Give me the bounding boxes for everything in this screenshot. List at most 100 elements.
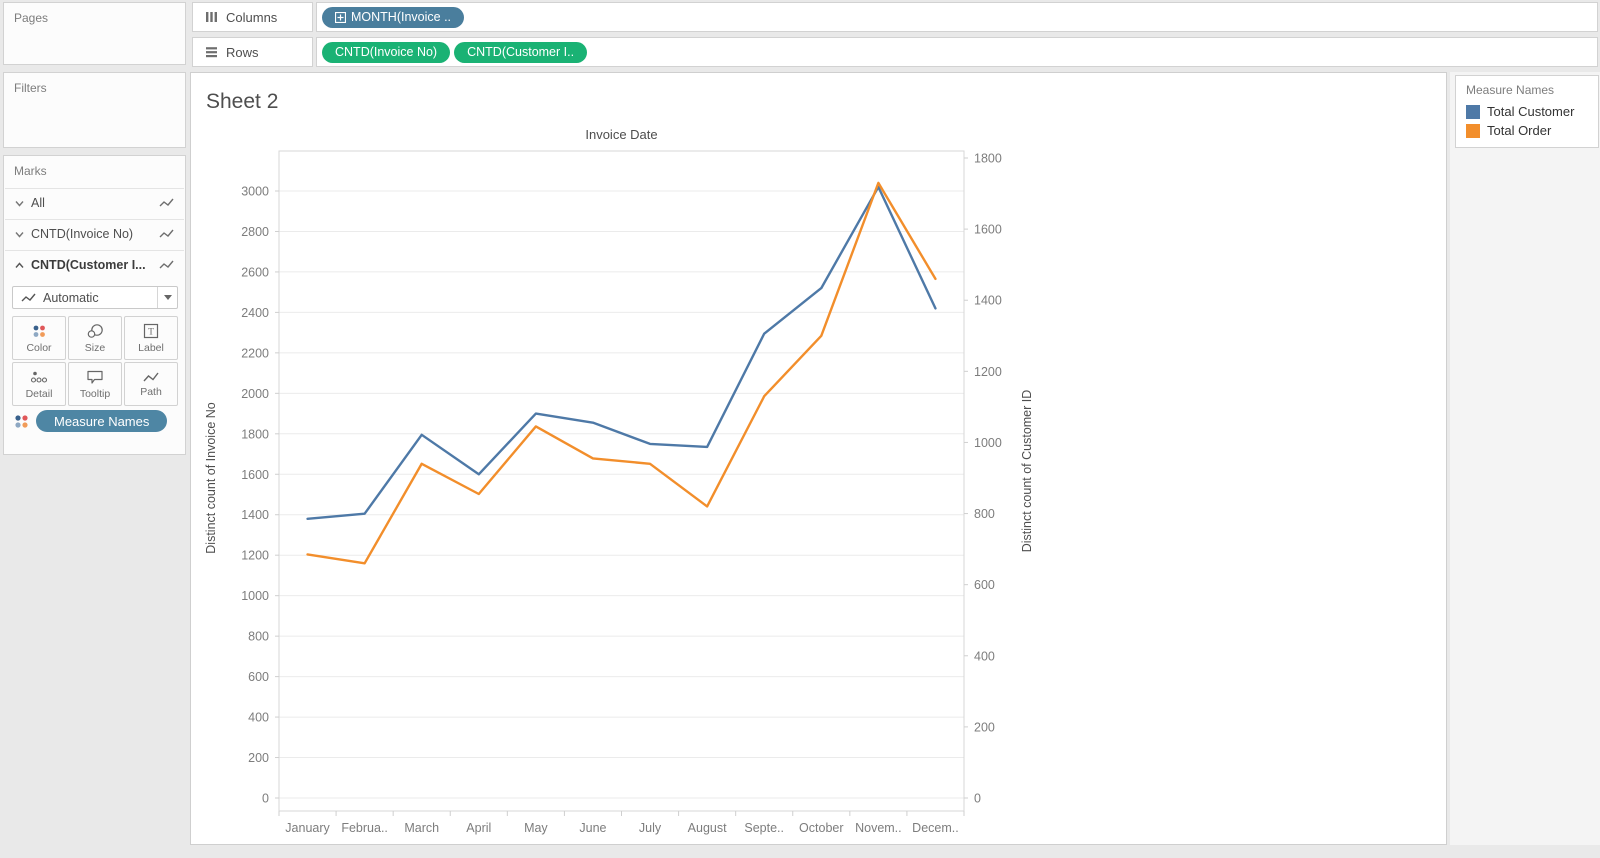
- plot-border: [278, 150, 965, 812]
- left-axis-tick-label: 2200: [241, 346, 269, 360]
- path-icon: [143, 371, 159, 383]
- legend-swatch-orange: [1466, 123, 1480, 138]
- label-button[interactable]: T Label: [124, 316, 178, 360]
- marks-layer-label: CNTD(Invoice No): [31, 227, 134, 241]
- pill-label: CNTD(Customer I..: [467, 45, 575, 59]
- left-axis-title: Distinct count of Invoice No: [204, 402, 218, 554]
- right-axis-tick-label: 600: [974, 578, 995, 592]
- pages-card-title: Pages: [14, 11, 49, 25]
- detail-button-label: Detail: [25, 387, 53, 400]
- size-button[interactable]: Size: [68, 316, 122, 360]
- chart-title: Invoice Date: [585, 127, 657, 142]
- rows-shelf[interactable]: CNTD(Invoice No) CNTD(Customer I..: [316, 37, 1598, 67]
- svg-text:T: T: [148, 327, 154, 337]
- left-axis-tick-label: 1800: [241, 427, 269, 441]
- path-button[interactable]: Path: [124, 362, 178, 406]
- dropdown-caret[interactable]: [157, 287, 177, 308]
- x-axis-label: April: [466, 821, 491, 835]
- path-button-label: Path: [140, 385, 162, 398]
- legend-panel-background: [1450, 72, 1600, 845]
- line-mark-icon: [159, 229, 174, 239]
- marks-layer-label: CNTD(Customer I...: [31, 258, 146, 272]
- right-axis-tick-label: 400: [974, 649, 995, 663]
- size-icon: [86, 323, 104, 339]
- chevron-up-icon: [15, 261, 24, 269]
- columns-shelf-label: Columns: [226, 9, 278, 25]
- pill-cntd-customer-id[interactable]: CNTD(Customer I..: [454, 41, 588, 63]
- right-axis-title: Distinct count of Customer ID: [1020, 390, 1034, 553]
- line-mark-icon: [159, 260, 174, 270]
- detail-button[interactable]: Detail: [12, 362, 66, 406]
- worksheet: Sheet 2 0 200 400 600 800 1000 1200 1400 1600 180…: [190, 72, 1447, 845]
- marks-layer-all[interactable]: All: [5, 188, 184, 217]
- measure-names-legend: Measure Names Total Customer Total Order: [1455, 75, 1599, 148]
- legend-label: Total Order: [1487, 123, 1552, 138]
- rows-shelf-label: Rows: [226, 44, 259, 60]
- pill-cntd-invoice-no[interactable]: CNTD(Invoice No): [322, 41, 451, 63]
- columns-shelf[interactable]: MONTH(Invoice ..: [316, 2, 1598, 32]
- left-axis-tick-label: 2800: [241, 225, 269, 239]
- left-axis-tick-label: 2400: [241, 306, 269, 320]
- marks-layer-label: All: [31, 196, 45, 210]
- x-axis-label: June: [579, 821, 606, 835]
- x-axis-label: August: [688, 821, 727, 835]
- tooltip-button[interactable]: Tooltip: [68, 362, 122, 406]
- left-axis-tick-label: 400: [248, 711, 269, 725]
- marks-layer-customer-id[interactable]: CNTD(Customer I...: [5, 250, 184, 279]
- x-axis-label: Decem..: [912, 821, 959, 835]
- color-button-label: Color: [26, 341, 52, 354]
- left-axis-tick-label: 1000: [241, 589, 269, 603]
- right-axis-tick-label: 1400: [974, 294, 1002, 308]
- left-axis-tick-label: 600: [248, 670, 269, 684]
- right-axis-tick-label: 1000: [974, 436, 1002, 450]
- series-line-total-order[interactable]: [306, 181, 937, 565]
- columns-shelf-label-box: Columns: [192, 2, 313, 32]
- measure-names-pill[interactable]: Measure Names: [36, 410, 168, 432]
- chevron-down-icon: [15, 231, 24, 238]
- expand-plus-icon: [335, 11, 346, 23]
- measure-dots-icon: [14, 414, 29, 429]
- filters-card-title: Filters: [14, 81, 47, 95]
- right-axis-tick-label: 1800: [974, 152, 1002, 166]
- legend-item-total-order[interactable]: Total Order: [1456, 121, 1598, 140]
- x-axis-label: January: [285, 821, 330, 835]
- x-axis-label: July: [639, 821, 662, 835]
- right-axis-tick-label: 200: [974, 720, 995, 734]
- color-icon: [31, 323, 47, 339]
- columns-icon: [205, 11, 218, 23]
- left-axis-tick-label: 800: [248, 630, 269, 644]
- legend-swatch-blue: [1466, 104, 1480, 119]
- legend-item-total-customer[interactable]: Total Customer: [1456, 102, 1598, 121]
- pill-label: MONTH(Invoice ..: [351, 10, 452, 24]
- dual-axis-line-chart: 0200400600800100012001400160018002000220…: [204, 127, 1034, 835]
- color-button[interactable]: Color: [12, 316, 66, 360]
- x-axis-label: March: [404, 821, 439, 835]
- x-axis-label: October: [799, 821, 843, 835]
- label-button-label: Label: [138, 341, 164, 354]
- left-axis-tick-label: 200: [248, 751, 269, 765]
- right-axis-tick-label: 1200: [974, 365, 1002, 379]
- right-axis-tick-label: 0: [974, 792, 981, 806]
- tooltip-button-label: Tooltip: [79, 387, 111, 400]
- mark-type-value: Automatic: [43, 290, 99, 305]
- marks-card: Marks All CNTD(Invoice No) CNTD(Customer…: [3, 155, 186, 455]
- x-axis-label: Septe..: [744, 821, 784, 835]
- chevron-down-icon: [15, 200, 24, 207]
- mark-type-dropdown[interactable]: Automatic: [12, 286, 178, 309]
- rows-shelf-label-box: Rows: [192, 37, 313, 67]
- size-button-label: Size: [84, 341, 106, 354]
- marks-buttons-grid: Color Size T Label Detail Tooltip Path: [12, 316, 180, 406]
- pill-month-invoice-date[interactable]: MONTH(Invoice ..: [322, 6, 465, 28]
- left-axis-tick-label: 1400: [241, 508, 269, 522]
- line-mark-icon: [159, 198, 174, 208]
- left-axis-tick-label: 2600: [241, 265, 269, 279]
- x-axis-label: Februa..: [341, 821, 388, 835]
- pages-card: Pages: [3, 2, 186, 65]
- left-axis-tick-label: 0: [262, 792, 269, 806]
- detail-icon: [30, 369, 48, 385]
- x-axis-label: May: [524, 821, 548, 835]
- marks-layer-invoice-no[interactable]: CNTD(Invoice No): [5, 219, 184, 248]
- x-axis-label: Novem..: [855, 821, 902, 835]
- legend-title: Measure Names: [1466, 83, 1555, 97]
- left-axis-tick-label: 1600: [241, 468, 269, 482]
